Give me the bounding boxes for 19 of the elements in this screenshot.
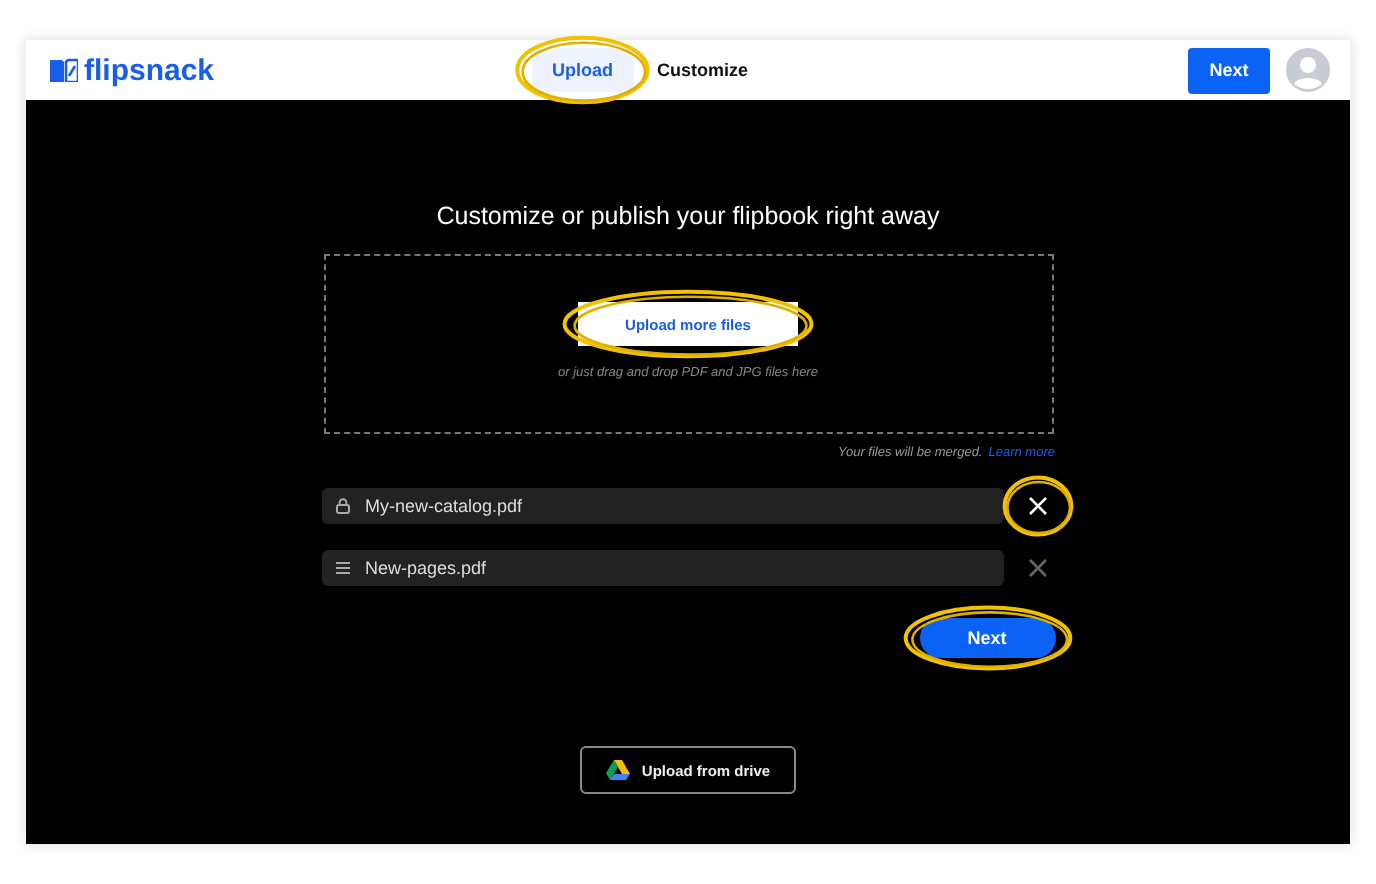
close-icon <box>1027 558 1047 578</box>
file-name: My-new-catalog.pdf <box>365 496 523 516</box>
logo-text: flipsnack <box>84 53 215 87</box>
lock-icon <box>335 498 349 514</box>
file-item[interactable]: My-new-catalog.pdf <box>321 488 1003 524</box>
file-name: New-pages.pdf <box>365 558 487 578</box>
drag-handle-icon[interactable] <box>335 562 349 574</box>
close-icon <box>1027 496 1047 516</box>
tab[interactable]: Upload <box>532 48 633 92</box>
file-item[interactable]: New-pages.pdf <box>321 550 1003 586</box>
highlight-ring <box>516 36 649 104</box>
logo[interactable]: flipsnack <box>50 53 215 87</box>
page-title: Customize or publish your flipbook right away <box>436 202 940 230</box>
next-button[interactable]: Next <box>1188 47 1270 93</box>
drive-icon <box>605 760 630 780</box>
highlight-ring <box>1003 476 1071 536</box>
tab[interactable]: Customize <box>637 48 769 92</box>
next-button[interactable]: Next <box>919 618 1055 658</box>
book-icon <box>50 58 78 82</box>
